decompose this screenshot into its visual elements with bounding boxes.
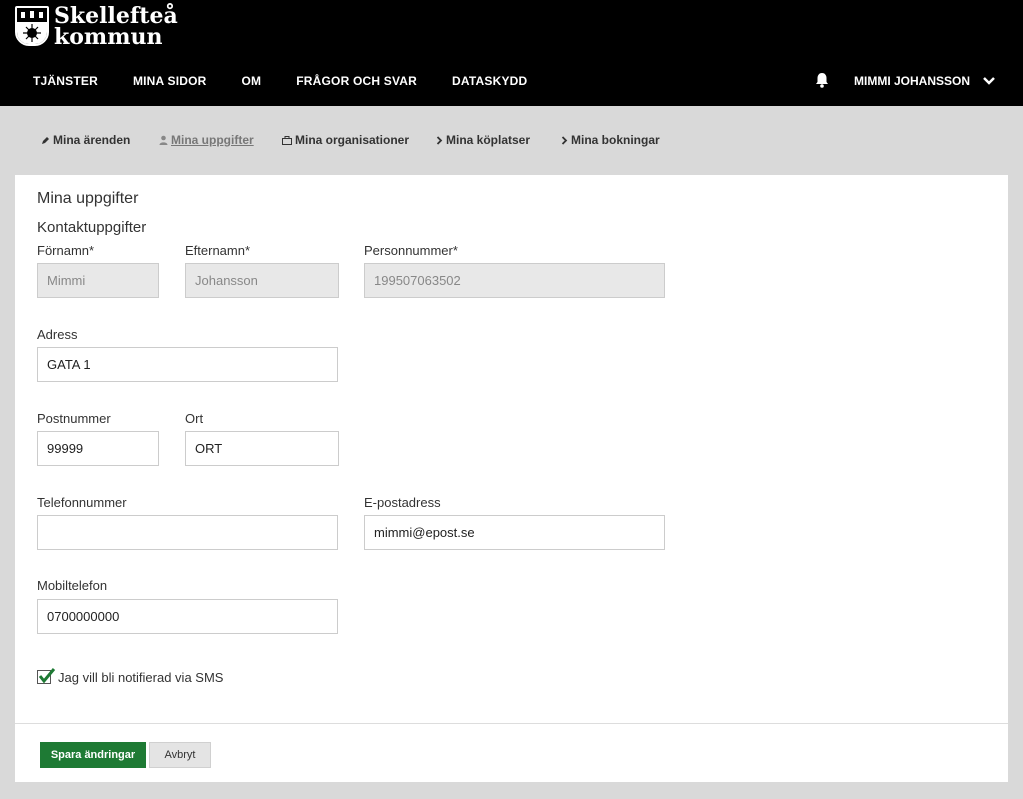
divider bbox=[15, 723, 1008, 724]
person-icon bbox=[159, 135, 168, 145]
epost-label: E-postadress bbox=[364, 495, 441, 510]
sub-navigation: Mina ärenden Mina uppgifter Mina organis… bbox=[0, 106, 1023, 174]
subnav-mina-koplatser[interactable]: Mina köplatser bbox=[436, 133, 530, 147]
sms-checkbox[interactable] bbox=[37, 668, 56, 684]
profile-panel: Mina uppgifter Kontaktuppgifter Förnamn*… bbox=[15, 175, 1008, 782]
site-logo[interactable]: Skellefteå kommun bbox=[15, 5, 178, 50]
telefon-field[interactable] bbox=[37, 515, 338, 550]
fornamn-label: Förnamn* bbox=[37, 243, 95, 258]
user-menu[interactable]: MIMMI JOHANSSON bbox=[854, 74, 996, 88]
sms-checkbox-label[interactable]: Jag vill bli notifierad via SMS bbox=[58, 670, 223, 685]
mobil-label: Mobiltelefon bbox=[37, 578, 108, 593]
personnummer-label: Personnummer* bbox=[364, 243, 458, 258]
ort-field[interactable] bbox=[185, 431, 339, 466]
nav-tjanster[interactable]: TJÄNSTER bbox=[33, 74, 98, 88]
site-header: Skellefteå kommun TJÄNSTER MINA SIDOR OM… bbox=[0, 0, 1023, 106]
nav-mina-sidor[interactable]: MINA SIDOR bbox=[133, 74, 207, 88]
page-title: Mina uppgifter bbox=[37, 190, 139, 207]
coat-of-arms-icon bbox=[15, 6, 49, 46]
section-title: Kontaktuppgifter bbox=[37, 219, 147, 236]
subnav-mina-bokningar[interactable]: Mina bokningar bbox=[561, 133, 660, 147]
fornamn-field bbox=[37, 263, 159, 298]
chevron-right-icon bbox=[436, 135, 443, 145]
postnummer-field[interactable] bbox=[37, 431, 159, 466]
chevron-down-icon bbox=[983, 77, 995, 85]
user-name: MIMMI JOHANSSON bbox=[854, 74, 971, 88]
main-navigation: TJÄNSTER MINA SIDOR OM FRÅGOR OCH SVAR D… bbox=[33, 74, 527, 88]
subnav-mina-arenden[interactable]: Mina ärenden bbox=[41, 133, 130, 147]
bell-icon[interactable] bbox=[815, 72, 829, 88]
subnav-mina-uppgifter[interactable]: Mina uppgifter bbox=[159, 133, 254, 147]
epost-field[interactable] bbox=[364, 515, 665, 550]
checkmark-icon bbox=[38, 668, 56, 684]
cancel-button[interactable]: Avbryt bbox=[149, 742, 211, 768]
brand-line-2: kommun bbox=[54, 24, 163, 50]
nav-fragor-och-svar[interactable]: FRÅGOR OCH SVAR bbox=[296, 74, 417, 88]
mobil-field[interactable] bbox=[37, 599, 338, 634]
telefon-label: Telefonnummer bbox=[37, 495, 127, 510]
postnummer-label: Postnummer bbox=[37, 411, 111, 426]
briefcase-icon bbox=[282, 135, 292, 145]
efternamn-field bbox=[185, 263, 339, 298]
subnav-mina-organisationer[interactable]: Mina organisationer bbox=[282, 133, 409, 147]
personnummer-field bbox=[364, 263, 665, 298]
nav-om[interactable]: OM bbox=[242, 74, 262, 88]
adress-field[interactable] bbox=[37, 347, 338, 382]
adress-label: Adress bbox=[37, 327, 78, 342]
pen-icon bbox=[42, 136, 49, 144]
efternamn-label: Efternamn* bbox=[185, 243, 251, 258]
save-button[interactable]: Spara ändringar bbox=[40, 742, 146, 768]
ort-label: Ort bbox=[185, 411, 204, 426]
nav-dataskydd[interactable]: DATASKYDD bbox=[452, 74, 527, 88]
chevron-right-icon bbox=[561, 135, 568, 145]
